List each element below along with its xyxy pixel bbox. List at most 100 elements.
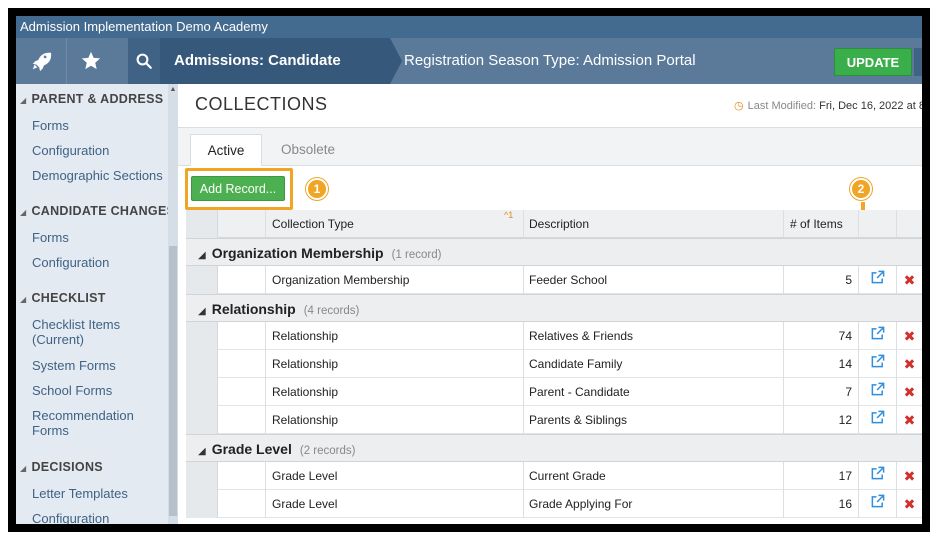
callout-badge-1: 1 xyxy=(306,178,328,200)
collapse-icon[interactable]: ◢ xyxy=(198,446,206,457)
row-spacer xyxy=(218,322,266,350)
row-gutter xyxy=(186,406,218,434)
column-header-description[interactable]: Description xyxy=(524,210,784,238)
open-external-icon[interactable] xyxy=(870,267,885,294)
group-row[interactable]: ◢ Organization Membership (1 record) xyxy=(186,238,922,266)
sidebar-link[interactable]: Demographic Sections xyxy=(32,168,166,183)
sidebar-section-header[interactable]: ◢ CANDIDATE CHANGES xyxy=(20,204,175,218)
delete-icon[interactable]: ✖ xyxy=(904,356,916,372)
table-row[interactable]: Relationship Candidate Family 14 ✖ xyxy=(186,350,922,378)
main-content: COLLECTIONS ◷ Last Modified: Fri, Dec 16,… xyxy=(178,84,922,524)
sidebar-link[interactable]: Recommendation Forms xyxy=(32,408,166,438)
delete-cell: ✖ xyxy=(897,322,922,350)
open-external-icon[interactable] xyxy=(870,463,885,490)
delete-cell: ✖ xyxy=(897,350,922,378)
row-gutter xyxy=(186,350,218,378)
scroll-up-icon[interactable]: ▲ xyxy=(168,84,178,96)
group-record-count: (2 records) xyxy=(299,445,356,457)
breadcrumb[interactable]: Admissions: Candidate Changes xyxy=(160,38,390,115)
rocket-icon[interactable] xyxy=(16,38,66,84)
cell-item-count: 74 xyxy=(784,322,859,350)
sidebar-section-header[interactable]: ◢ CHECKLIST xyxy=(20,291,106,305)
sidebar-link[interactable]: Configuration xyxy=(32,143,166,158)
cell-description: Current Grade xyxy=(524,462,784,490)
table-row[interactable]: Grade Level Grade Applying For 16 ✖ xyxy=(186,490,922,518)
table-row[interactable]: Organization Membership Feeder School 5 ✖ xyxy=(186,266,922,294)
open-external-icon[interactable] xyxy=(870,323,885,350)
delete-icon[interactable]: ✖ xyxy=(904,328,916,344)
cell-collection-type: Relationship xyxy=(266,406,524,434)
collapse-icon[interactable]: ◢ xyxy=(198,250,206,261)
sidebar-link[interactable]: Forms xyxy=(32,230,166,245)
sidebar-link[interactable]: Letter Templates xyxy=(32,486,166,501)
delete-icon[interactable]: ✖ xyxy=(904,272,916,288)
delete-cell: ✖ xyxy=(897,378,922,406)
open-external-icon[interactable] xyxy=(870,351,885,378)
sidebar-link[interactable]: Checklist Items (Current) xyxy=(32,317,166,347)
row-gutter xyxy=(186,266,218,294)
group-label: ◢ Relationship (4 records) xyxy=(186,295,359,323)
open-external-icon[interactable] xyxy=(870,491,885,518)
table-header-row: Collection Type Description # of Items ^1 xyxy=(186,210,922,238)
delete-icon[interactable]: ✖ xyxy=(904,496,916,512)
update-button[interactable]: UPDATE xyxy=(834,48,912,76)
row-gutter xyxy=(186,462,218,490)
sidebar-scrollbar[interactable]: ▲ xyxy=(168,84,178,524)
delete-icon[interactable]: ✖ xyxy=(904,468,916,484)
sidebar-section-title: PARENT & ADDRESS xyxy=(31,92,164,106)
sidebar-link[interactable]: System Forms xyxy=(32,358,166,373)
column-header-items[interactable]: # of Items xyxy=(784,210,859,238)
open-external-icon[interactable] xyxy=(870,407,885,434)
column-header-collection-type[interactable]: Collection Type xyxy=(266,210,524,238)
sidebar-section-header[interactable]: ◢ DECISIONS xyxy=(20,460,103,474)
delete-icon[interactable]: ✖ xyxy=(904,412,916,428)
delete-icon[interactable]: ✖ xyxy=(904,384,916,400)
row-gutter xyxy=(186,490,218,518)
last-modified: ◷Last Modified: Fri, Dec 16, 2022 at 8:5 xyxy=(734,99,922,112)
row-spacer xyxy=(218,462,266,490)
row-spacer xyxy=(218,406,266,434)
tab-active[interactable]: Active xyxy=(190,134,262,166)
open-external-icon[interactable] xyxy=(870,379,885,406)
delete-cell: ✖ xyxy=(897,462,922,490)
sidebar-section-title: CHECKLIST xyxy=(31,291,106,305)
sidebar-section-header[interactable]: ◢ PARENT & ADDRESS xyxy=(20,92,163,106)
search-icon[interactable] xyxy=(128,38,160,84)
collapse-icon[interactable]: ◢ xyxy=(198,306,206,317)
edit-cell xyxy=(859,490,897,518)
sidebar-link[interactable]: School Forms xyxy=(32,383,166,398)
cell-description: Grade Applying For xyxy=(524,490,784,518)
table-row[interactable]: Relationship Parent - Candidate 7 ✖ xyxy=(186,378,922,406)
table-row[interactable]: Grade Level Current Grade 17 ✖ xyxy=(186,462,922,490)
star-icon[interactable] xyxy=(66,38,114,84)
sort-indicator-icon: ^1 xyxy=(504,210,514,220)
last-modified-value: Fri, Dec 16, 2022 at 8:5 xyxy=(819,100,922,112)
cell-item-count: 7 xyxy=(784,378,859,406)
cell-description: Relatives & Friends xyxy=(524,322,784,350)
clock-icon: ◷ xyxy=(734,100,744,112)
table-row[interactable]: Relationship Parents & Siblings 12 ✖ xyxy=(186,406,922,434)
window-title: Admission Implementation Demo Academy xyxy=(16,16,922,38)
collapse-icon[interactable]: ◢ xyxy=(20,96,26,105)
collapse-icon[interactable]: ◢ xyxy=(20,464,26,473)
sidebar-link[interactable]: Forms xyxy=(32,118,166,133)
row-spacer xyxy=(218,378,266,406)
collapse-icon[interactable]: ◢ xyxy=(20,295,26,304)
sidebar-link[interactable]: Configuration xyxy=(32,511,166,524)
collapse-icon[interactable]: ◢ xyxy=(20,208,26,217)
edit-cell xyxy=(859,406,897,434)
nav-overflow-button[interactable] xyxy=(914,48,922,76)
edit-cell xyxy=(859,266,897,294)
table-row[interactable]: Relationship Relatives & Friends 74 ✖ xyxy=(186,322,922,350)
page-title: COLLECTIONS xyxy=(195,94,328,114)
sidebar-link[interactable]: Configuration xyxy=(32,255,166,270)
top-nav-bar: Admissions: Candidate Changes Registrati… xyxy=(16,38,922,115)
scrollbar-thumb[interactable] xyxy=(169,246,177,516)
group-row[interactable]: ◢ Grade Level (2 records) xyxy=(186,434,922,462)
cell-collection-type: Relationship xyxy=(266,322,524,350)
tab-obsolete[interactable]: Obsolete xyxy=(268,134,348,166)
edit-cell xyxy=(859,378,897,406)
delete-cell: ✖ xyxy=(897,406,922,434)
add-record-button[interactable]: Add Record... xyxy=(191,176,285,201)
group-row[interactable]: ◢ Relationship (4 records) xyxy=(186,294,922,322)
